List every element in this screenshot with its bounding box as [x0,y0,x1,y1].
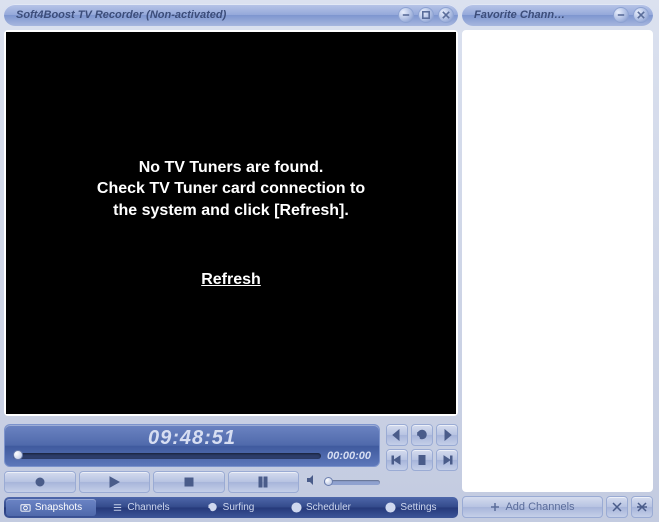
favorites-title: Favorite Chann… [474,9,609,21]
video-area: No TV Tuners are found. Check TV Tuner c… [6,32,456,414]
minimize-icon[interactable] [398,7,414,23]
favorites-close-icon[interactable] [633,7,649,23]
window-title: Soft4Boost TV Recorder (Non-activated) [16,9,394,21]
favorites-window: Favorite Chann… Add Channels [462,4,653,518]
refresh-button[interactable] [411,424,433,446]
skip-forward-button[interactable] [436,449,458,471]
seek-row: 00:00:00 [13,450,371,462]
delete-channel-button[interactable] [606,496,628,518]
main-window: Soft4Boost TV Recorder (Non-activated) N… [4,4,458,518]
elapsed-time: 00:00:00 [327,450,371,462]
file-button[interactable] [411,449,433,471]
tab-surfing[interactable]: Surfing [186,499,276,516]
no-tuner-message: No TV Tuners are found. Check TV Tuner c… [97,157,365,222]
volume-slider[interactable] [324,480,380,485]
tab-scheduler[interactable]: Scheduler [276,499,366,516]
maximize-icon[interactable] [418,7,434,23]
tab-settings[interactable]: Settings [366,499,456,516]
main-titlebar[interactable]: Soft4Boost TV Recorder (Non-activated) [4,4,458,26]
controls-area: 09:48:51 00:00:00 [4,424,458,518]
channel-list[interactable] [462,30,653,492]
refresh-link[interactable]: Refresh [201,271,261,289]
close-icon[interactable] [438,7,454,23]
clear-channels-button[interactable] [631,496,653,518]
seek-slider[interactable] [13,453,321,459]
next-channel-button[interactable] [436,424,458,446]
prev-channel-button[interactable] [386,424,408,446]
stop-button[interactable] [153,471,225,493]
add-channels-button[interactable]: Add Channels [462,496,603,518]
tab-snapshots[interactable]: Snapshots [6,499,96,516]
clock-display: 09:48:51 [13,427,371,450]
play-button[interactable] [79,471,151,493]
nav-grid [386,424,458,493]
skip-back-button[interactable] [386,449,408,471]
favorites-minimize-icon[interactable] [613,7,629,23]
favorites-toolbar: Add Channels [462,496,653,518]
time-bar: 09:48:51 00:00:00 [4,424,380,467]
volume-control [306,471,380,493]
video-frame: No TV Tuners are found. Check TV Tuner c… [4,30,458,416]
favorites-titlebar[interactable]: Favorite Chann… [462,4,653,26]
bottom-tabbar: Snapshots Channels Surfing Scheduler Set… [4,497,458,518]
mute-icon[interactable] [306,473,318,491]
pause-button[interactable] [228,471,300,493]
record-button[interactable] [4,471,76,493]
tab-channels[interactable]: Channels [96,499,186,516]
